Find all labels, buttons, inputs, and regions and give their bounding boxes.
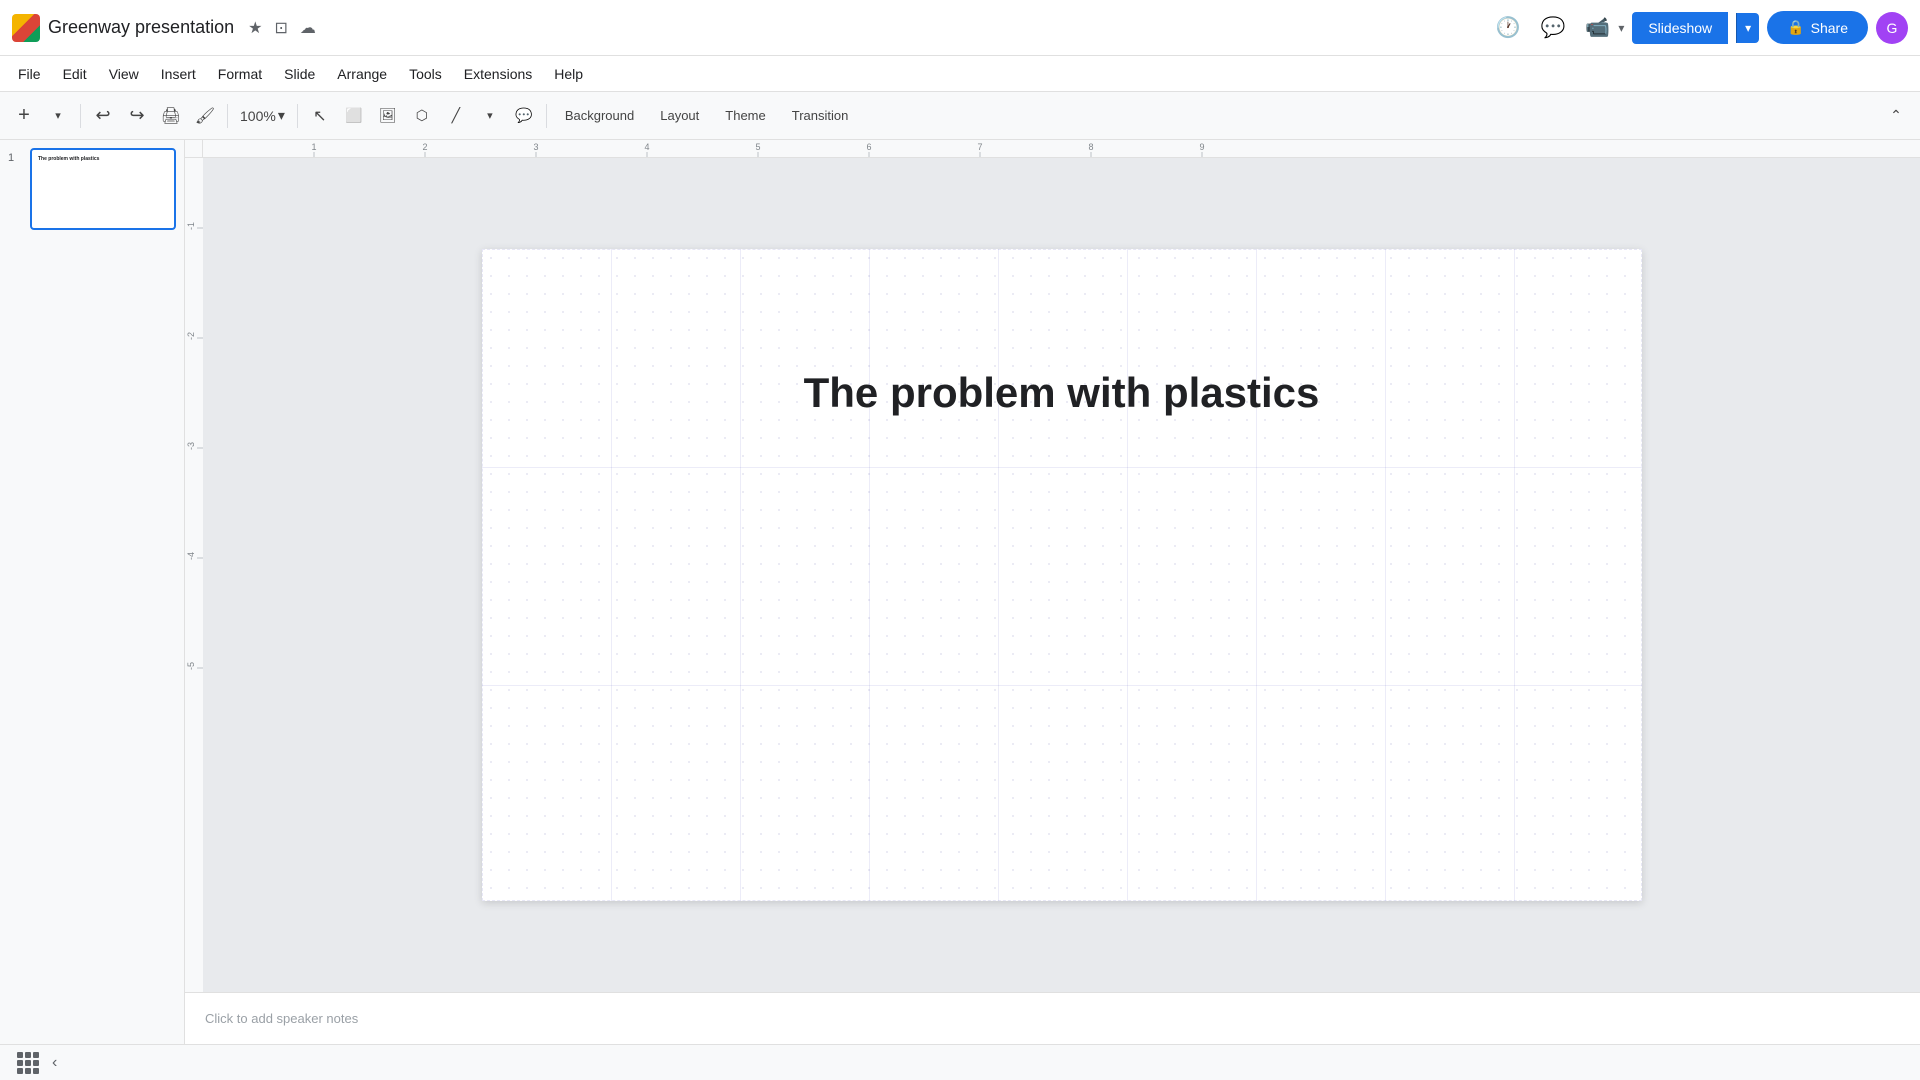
toolbar: + ▾ ↩ ↪ 🖨 🖌 100% ▾ ↖ ⬜ 🖼 ⬡ ╱ ▾ 💬 Backgro… <box>0 92 1920 140</box>
panel-collapse-button[interactable]: ‹ <box>52 1054 57 1072</box>
slide-title[interactable]: The problem with plastics <box>482 369 1642 417</box>
separator-4 <box>546 104 547 128</box>
ruler-h-main: 1 2 3 4 5 6 7 8 <box>203 140 1920 157</box>
select-shape-tool[interactable]: ⬜ <box>338 100 370 132</box>
svg-text:7: 7 <box>977 142 982 152</box>
transition-button[interactable]: Transition <box>780 104 861 127</box>
undo-button[interactable]: ↩ <box>87 100 119 132</box>
slides-panel: 1 The problem with plastics <box>0 140 185 1044</box>
add-button[interactable]: + <box>8 100 40 132</box>
paint-format-button[interactable]: 🖌 <box>189 100 221 132</box>
slide-1-number: 1 <box>8 148 24 164</box>
svg-text:3: 3 <box>533 142 538 152</box>
editor-and-ruler: -1 -2 -3 -4 -5 <box>185 158 1920 992</box>
status-bar: ‹ <box>0 1044 1920 1080</box>
print-button[interactable]: 🖨 <box>155 100 187 132</box>
ruler-h-svg: 1 2 3 4 5 6 7 8 <box>203 140 1920 157</box>
notes-area[interactable]: Click to add speaker notes <box>185 992 1920 1044</box>
star-icon[interactable]: ★ <box>248 18 262 38</box>
grid-view-button[interactable] <box>12 1047 44 1079</box>
share-label: Share <box>1811 20 1848 36</box>
canvas-outer-wrapper: 1 2 3 4 5 6 7 8 <box>185 140 1920 1044</box>
slideshow-button[interactable]: Slideshow <box>1632 12 1728 44</box>
toolbar-right: ⌃ <box>1880 100 1912 132</box>
image-tool[interactable]: 🖼 <box>372 100 404 132</box>
layout-button[interactable]: Layout <box>648 104 711 127</box>
menu-arrange[interactable]: Arrange <box>327 62 397 86</box>
menu-edit[interactable]: Edit <box>53 62 97 86</box>
share-button[interactable]: 🔒 Share <box>1767 11 1868 44</box>
menu-bar: File Edit View Insert Format Slide Arran… <box>0 56 1920 92</box>
slide-1-thumb-title: The problem with plastics <box>38 156 99 162</box>
svg-text:6: 6 <box>866 142 871 152</box>
ruler-v-svg: -1 -2 -3 -4 -5 <box>185 158 203 992</box>
svg-text:-5: -5 <box>186 662 196 670</box>
format-options-group: Background Layout Theme Transition <box>553 104 861 127</box>
menu-view[interactable]: View <box>99 62 149 86</box>
lock-icon: 🔒 <box>1787 19 1804 36</box>
menu-extensions[interactable]: Extensions <box>454 62 542 86</box>
zoom-dropdown-icon: ▾ <box>278 107 285 124</box>
main-area: 1 The problem with plastics 1 2 <box>0 140 1920 1044</box>
svg-text:2: 2 <box>422 142 427 152</box>
menu-tools[interactable]: Tools <box>399 62 452 86</box>
title-bar: Greenway presentation ★ ⊡ ☁ 🕐 💬 📹 ▾ Slid… <box>0 0 1920 56</box>
app-logo <box>12 14 40 42</box>
slide-1-thumbnail[interactable]: The problem with plastics <box>30 148 176 230</box>
notes-placeholder[interactable]: Click to add speaker notes <box>205 1011 358 1026</box>
title-bar-right: 🕐 💬 📹 ▾ Slideshow ▾ 🔒 Share G <box>1490 9 1908 46</box>
menu-insert[interactable]: Insert <box>151 62 206 86</box>
svg-text:-4: -4 <box>186 552 196 560</box>
slide-1-wrapper: 1 The problem with plastics <box>8 148 176 230</box>
svg-text:1: 1 <box>311 142 316 152</box>
svg-text:8: 8 <box>1088 142 1093 152</box>
background-button[interactable]: Background <box>553 104 646 127</box>
slide-dotted-grid <box>482 249 1642 901</box>
svg-text:5: 5 <box>755 142 760 152</box>
menu-format[interactable]: Format <box>208 62 272 86</box>
video-dropdown-icon[interactable]: ▾ <box>1618 21 1624 35</box>
zoom-dropdown[interactable]: 100% ▾ <box>234 103 291 128</box>
shape-tool[interactable]: ⬡ <box>406 100 438 132</box>
editor-main[interactable]: The problem with plastics <box>203 158 1920 992</box>
cloud-icon[interactable]: ☁ <box>300 18 316 38</box>
menu-slide[interactable]: Slide <box>274 62 325 86</box>
redo-button[interactable]: ↪ <box>121 100 153 132</box>
add-dropdown[interactable]: ▾ <box>42 100 74 132</box>
separator-1 <box>80 104 81 128</box>
theme-button[interactable]: Theme <box>713 104 777 127</box>
select-tool[interactable]: ↖ <box>304 100 336 132</box>
line-tool[interactable]: ╱ <box>440 100 472 132</box>
video-icon[interactable]: 📹 <box>1579 9 1616 46</box>
doc-title[interactable]: Greenway presentation <box>48 17 234 38</box>
comment-tool[interactable]: 💬 <box>508 100 540 132</box>
comment-icon[interactable]: 💬 <box>1535 9 1572 46</box>
history-icon[interactable]: 🕐 <box>1490 9 1527 46</box>
separator-3 <box>297 104 298 128</box>
video-section: 📹 ▾ <box>1579 9 1624 46</box>
slideshow-dropdown-button[interactable]: ▾ <box>1736 13 1759 43</box>
line-dropdown[interactable]: ▾ <box>474 100 506 132</box>
zoom-level: 100% <box>240 108 276 124</box>
menu-file[interactable]: File <box>8 62 51 86</box>
svg-text:9: 9 <box>1199 142 1204 152</box>
grid-icon <box>17 1052 39 1074</box>
separator-2 <box>227 104 228 128</box>
slide-canvas[interactable]: The problem with plastics <box>482 249 1642 901</box>
ruler-horizontal: 1 2 3 4 5 6 7 8 <box>185 140 1920 158</box>
svg-text:-3: -3 <box>186 442 196 450</box>
folder-icon[interactable]: ⊡ <box>274 18 287 38</box>
avatar[interactable]: G <box>1876 12 1908 44</box>
svg-text:4: 4 <box>644 142 649 152</box>
ruler-vertical: -1 -2 -3 -4 -5 <box>185 158 203 992</box>
svg-text:-1: -1 <box>186 222 196 230</box>
svg-text:-2: -2 <box>186 332 196 340</box>
collapse-toolbar-button[interactable]: ⌃ <box>1880 100 1912 132</box>
menu-help[interactable]: Help <box>544 62 593 86</box>
ruler-corner <box>185 140 203 158</box>
